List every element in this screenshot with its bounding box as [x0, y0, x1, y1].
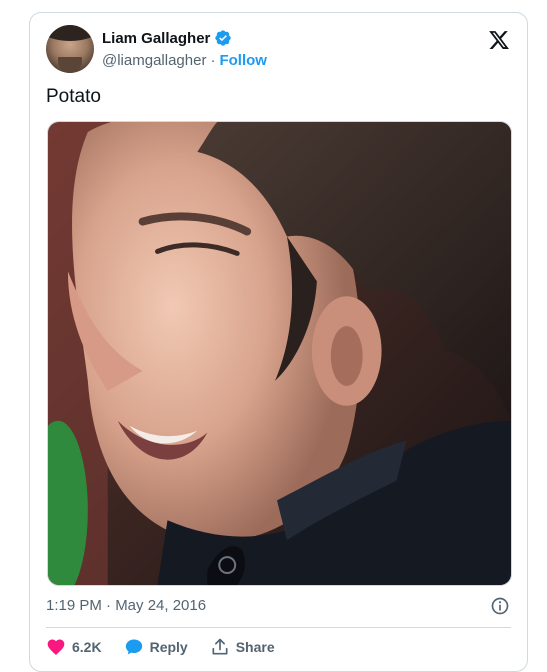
heart-icon [47, 639, 65, 655]
follow-button[interactable]: Follow [219, 52, 267, 69]
share-label: Share [235, 639, 275, 655]
info-icon[interactable] [490, 596, 510, 616]
verified-badge-icon [214, 29, 232, 47]
tweet-timestamp[interactable]: 1:19 PM · May 24, 2016 [46, 597, 206, 614]
reply-button[interactable]: Reply [124, 637, 188, 657]
avatar-hair [46, 25, 94, 41]
divider [46, 627, 511, 628]
reply-label: Reply [149, 639, 188, 655]
author-name-row: Liam Gallagher [102, 29, 232, 47]
like-count: 6.2K [72, 639, 102, 655]
separator-dot: · [210, 52, 216, 69]
tweet-photo[interactable] [47, 121, 512, 586]
share-button[interactable]: Share [210, 637, 275, 657]
reply-bubble-icon [125, 639, 142, 655]
tweet-text: Potato [46, 86, 101, 107]
author-display-name[interactable]: Liam Gallagher [102, 30, 210, 47]
tweet-actions: 6.2K Reply Share [46, 635, 297, 659]
author-handle-row: @liamgallagher · Follow [102, 52, 267, 69]
tweet-photo-illustration [48, 122, 511, 585]
x-logo-icon[interactable] [488, 29, 510, 51]
author-handle[interactable]: @liamgallagher [102, 52, 206, 69]
avatar-beard [58, 57, 82, 73]
share-icon [212, 638, 228, 655]
like-button[interactable]: 6.2K [46, 637, 102, 657]
avatar[interactable] [46, 25, 94, 73]
tweet-card: Liam Gallagher @liamgallagher · Follow P… [29, 12, 528, 672]
